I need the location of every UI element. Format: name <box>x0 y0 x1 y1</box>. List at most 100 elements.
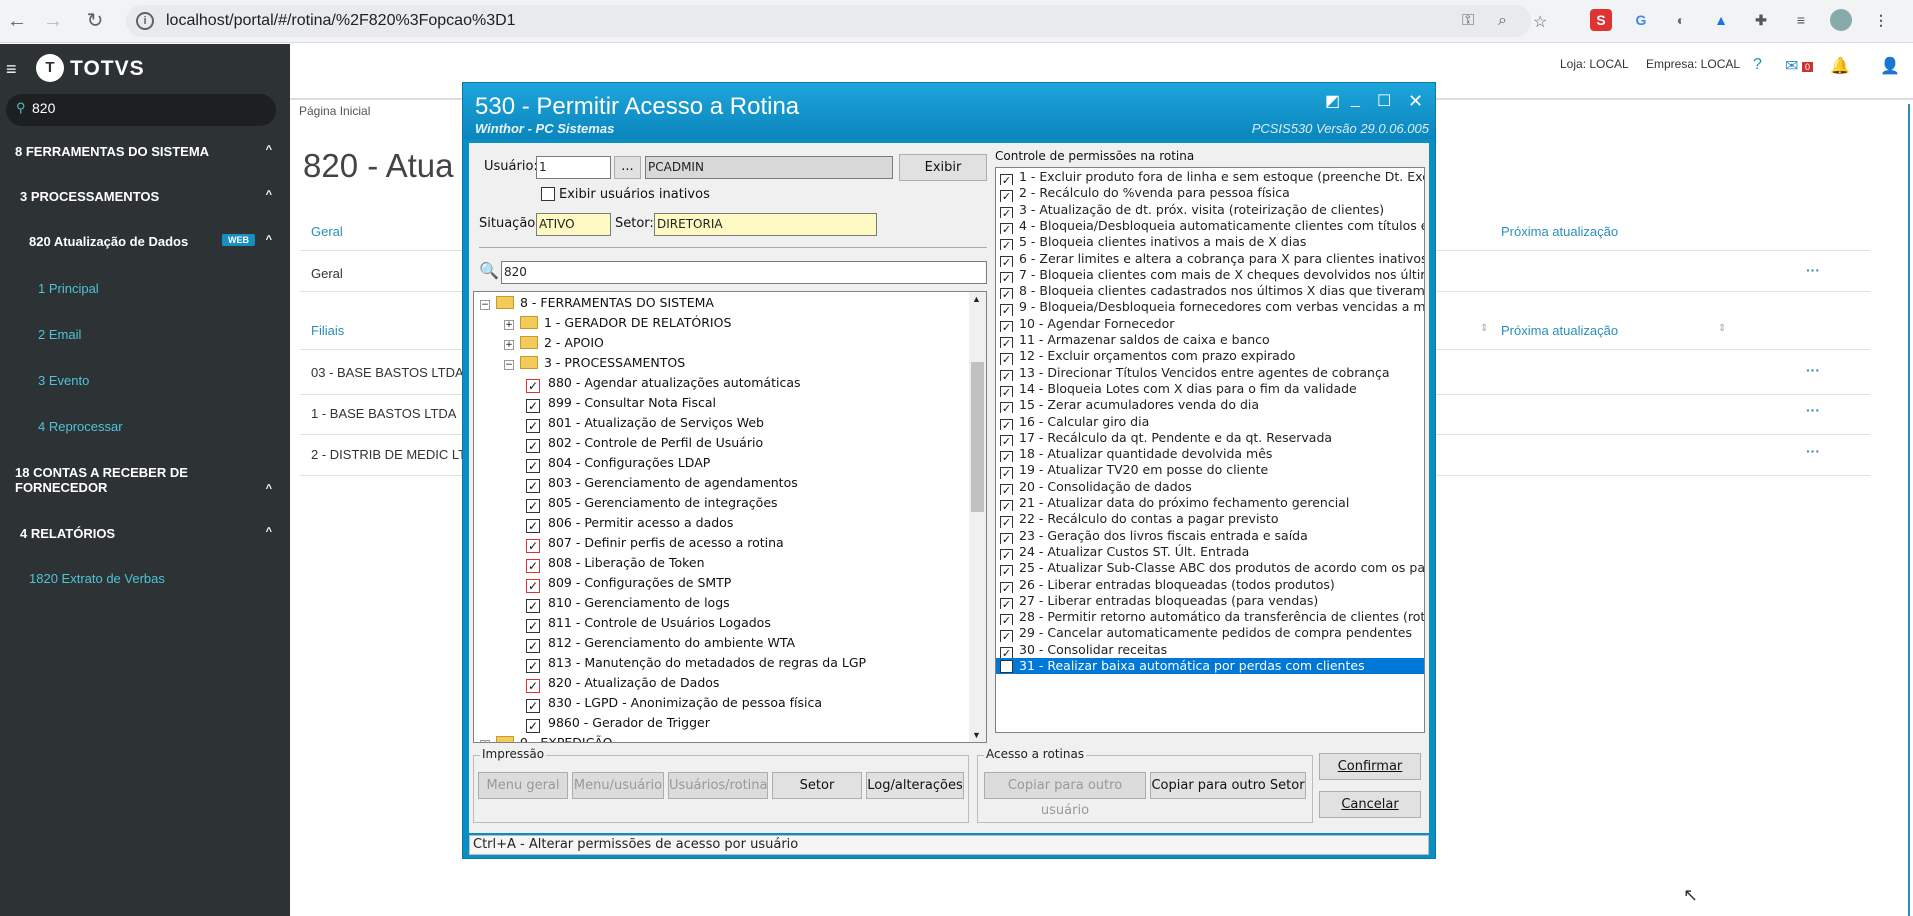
checkbox[interactable]: ✓ <box>1000 630 1013 642</box>
tree-routine-node[interactable]: ✓ 802 - Controle de Perfil de Usuário <box>526 433 763 453</box>
checkbox[interactable]: ✓ <box>526 599 540 613</box>
drive-icon[interactable]: ▲ <box>1710 9 1732 31</box>
setor-button[interactable]: Setor <box>772 772 862 799</box>
checkbox[interactable]: ✓ <box>526 719 540 733</box>
tree-routine-node[interactable]: ✓ 807 - Definir perfis de acesso a rotina <box>526 533 784 553</box>
tree-routine-node[interactable]: ✓ 880 - Agendar atualizações automáticas <box>526 373 801 393</box>
tree-folder-node[interactable]: +2 - APOIO <box>504 333 604 353</box>
usuario-code-field[interactable]: 1 <box>536 156 611 179</box>
checkbox[interactable]: ✓ <box>526 619 540 633</box>
exibir-button[interactable]: Exibir <box>899 154 987 181</box>
routine-tree[interactable]: − 8 - FERRAMENTAS DO SISTEMA +1 - GERADOR … <box>473 291 987 743</box>
profile-avatar[interactable] <box>1830 9 1852 31</box>
permission-item[interactable]: ✓ 10 - Agendar Fornecedor <box>996 316 1424 332</box>
permission-item[interactable]: ✓ 13 - Direcionar Títulos Vencidos entre … <box>996 365 1424 381</box>
tree-routine-node[interactable]: ✓ 808 - Liberação de Token <box>526 553 705 573</box>
checkbox[interactable]: ✓ <box>1000 288 1013 300</box>
sidebar-sub-extrato[interactable]: 1820 Extrato de Verbas <box>29 571 165 586</box>
usuarios-rotina-button[interactable]: Usuários/rotina <box>668 772 768 799</box>
sidebar-search-input[interactable]: ⚲ 820 <box>6 94 276 126</box>
collapse-icon[interactable]: − <box>504 360 514 370</box>
checkbox[interactable]: ✓ <box>1000 434 1013 447</box>
checkbox[interactable]: ✓ <box>1000 271 1013 284</box>
checkbox[interactable]: ✓ <box>526 699 540 713</box>
tree-routine-node[interactable]: ✓ 9860 - Gerador de Trigger <box>526 713 710 733</box>
checkbox[interactable]: ✓ <box>1000 548 1013 561</box>
checkbox[interactable]: ✓ <box>1000 483 1013 495</box>
permission-item[interactable]: ✓ 26 - Liberar entradas bloqueadas (todos… <box>996 577 1424 593</box>
scroll-down-icon[interactable]: ▼ <box>972 730 981 740</box>
checkbox[interactable]: ✓ <box>1000 516 1013 528</box>
user-lookup-button[interactable]: ... <box>614 156 641 179</box>
checkbox[interactable]: ✓ <box>1000 337 1013 349</box>
permission-item[interactable]: ✓ 23 - Geração dos livros fiscais entrada… <box>996 528 1424 544</box>
sidebar-sub-reprocessar[interactable]: 4 Reprocessar <box>38 419 123 434</box>
tree-routine-node[interactable]: ✓ 803 - Gerenciamento de agendamentos <box>526 473 798 493</box>
tree-routine-node[interactable]: ✓ 805 - Gerenciamento de integrações <box>526 493 778 513</box>
checkbox[interactable]: ✓ <box>1000 174 1013 186</box>
help-icon[interactable]: ? <box>1753 56 1762 74</box>
more-actions-button[interactable]: ··· <box>1806 262 1820 278</box>
mail-icon[interactable]: ✉ <box>1785 56 1798 76</box>
sidebar-item-ferramentas[interactable]: 8 FERRAMENTAS DO SISTEMA ^ <box>0 144 290 164</box>
more-actions-button[interactable]: ··· <box>1806 362 1820 378</box>
tree-routine-node[interactable]: ✓ 812 - Gerenciamento do ambiente WTA <box>526 633 795 653</box>
permissions-list[interactable]: ✓ 1 - Excluir produto fora de linha e sem… <box>995 167 1425 733</box>
checkbox[interactable]: ✓ <box>526 519 540 533</box>
checkbox[interactable]: ✓ <box>1000 320 1013 332</box>
log-alteracoes-button[interactable]: Log/alterações <box>866 772 964 799</box>
address-bar[interactable]: i localhost/portal/#/rotina/%2F820%3Fopc… <box>126 5 1547 37</box>
google-icon[interactable]: G <box>1630 9 1652 31</box>
permission-item[interactable]: ✓ 3 - Atualização de dt. próx. visita (ro… <box>996 202 1424 218</box>
tree-routine-node[interactable]: ✓ 804 - Configurações LDAP <box>526 453 710 473</box>
tree-routine-node[interactable]: ✓ 820 - Atualização de Dados <box>526 673 719 693</box>
permission-item[interactable]: 31 - Realizar baixa automática por perda… <box>996 658 1424 675</box>
checkbox[interactable]: ✓ <box>1000 222 1013 235</box>
sidebar-search-value[interactable]: 820 <box>32 100 55 116</box>
sidebar-sub-principal[interactable]: 1 Principal <box>38 281 99 296</box>
more-actions-button[interactable]: ··· <box>1806 443 1820 459</box>
permission-item[interactable]: ✓ 7 - Bloqueia clientes com mais de X che… <box>996 267 1424 284</box>
restore-icon[interactable]: ◩ <box>1325 91 1340 111</box>
setor-field[interactable]: DIRETORIA <box>654 213 877 236</box>
sort-icon[interactable]: ⇕ <box>1718 323 1726 334</box>
tree-routine-node[interactable]: ✓ 809 - Configurações de SMTP <box>526 573 731 593</box>
checkbox[interactable]: ✓ <box>1000 451 1013 463</box>
checkbox[interactable]: ✓ <box>1000 385 1013 398</box>
checkbox[interactable]: ✓ <box>1000 239 1013 251</box>
expand-icon[interactable]: + <box>504 320 514 330</box>
checkbox[interactable]: ✓ <box>526 459 540 473</box>
permission-item[interactable]: ✓ 14 - Bloqueia Lotes com X dias para o f… <box>996 381 1424 398</box>
sidebar-item-relatorios[interactable]: 4 RELATÓRIOS ^ <box>0 526 290 546</box>
checkbox[interactable]: ✓ <box>1000 597 1013 610</box>
checkbox[interactable]: ✓ <box>526 679 540 693</box>
checkbox[interactable] <box>1000 660 1013 673</box>
permission-item[interactable]: ✓ 28 - Permitir retorno automático da tra… <box>996 609 1424 626</box>
hamburger-icon[interactable]: ≡ <box>6 59 17 80</box>
permission-item[interactable]: ✓ 5 - Bloqueia clientes inativos a mais d… <box>996 234 1424 251</box>
maximize-icon[interactable]: ☐ <box>1377 91 1391 111</box>
info-icon[interactable]: i <box>136 12 154 30</box>
sidebar-item-processamentos[interactable]: 3 PROCESSAMENTOS ^ <box>0 189 290 209</box>
copiar-usuario-button[interactable]: Copiar para outro usuário <box>984 772 1146 818</box>
tree-routine-node[interactable]: ✓ 801 - Atualização de Serviços Web <box>526 413 764 433</box>
back-icon[interactable]: ← <box>4 8 30 34</box>
permission-item[interactable]: ✓ 12 - Excluir orçamentos com prazo expir… <box>996 348 1424 365</box>
checkbox[interactable]: ✓ <box>1000 581 1013 593</box>
permission-item[interactable]: ✓ 27 - Liberar entradas bloqueadas (para … <box>996 593 1424 610</box>
permission-item[interactable]: ✓ 18 - Atualizar quantidade devolvida mês <box>996 446 1424 463</box>
checkbox[interactable]: ✓ <box>1000 190 1013 202</box>
proxima-header-1[interactable]: Próxima atualização <box>1501 224 1618 239</box>
permission-item[interactable]: ✓ 11 - Armazenar saldos de caixa e banco <box>996 332 1424 349</box>
forward-icon[interactable]: → <box>40 8 66 34</box>
checkbox[interactable]: ✓ <box>1000 646 1013 658</box>
permission-item[interactable]: ✓ 30 - Consolidar receitas <box>996 642 1424 658</box>
permission-item[interactable]: ✓ 15 - Zerar acumuladores venda do dia <box>996 397 1424 414</box>
checkbox[interactable]: ✓ <box>1000 353 1013 365</box>
expand-icon[interactable]: + <box>480 740 490 742</box>
permission-item[interactable]: ✓ 19 - Atualizar TV20 em posse do cliente <box>996 462 1424 479</box>
checkbox[interactable]: ✓ <box>1000 467 1013 479</box>
permission-item[interactable]: ✓ 25 - Atualizar Sub-Classe ABC dos produ… <box>996 560 1424 577</box>
permission-item[interactable]: ✓ 24 - Atualizar Custos ST. Últ. Entrada <box>996 544 1424 561</box>
minimize-icon[interactable]: _ <box>1351 91 1360 109</box>
